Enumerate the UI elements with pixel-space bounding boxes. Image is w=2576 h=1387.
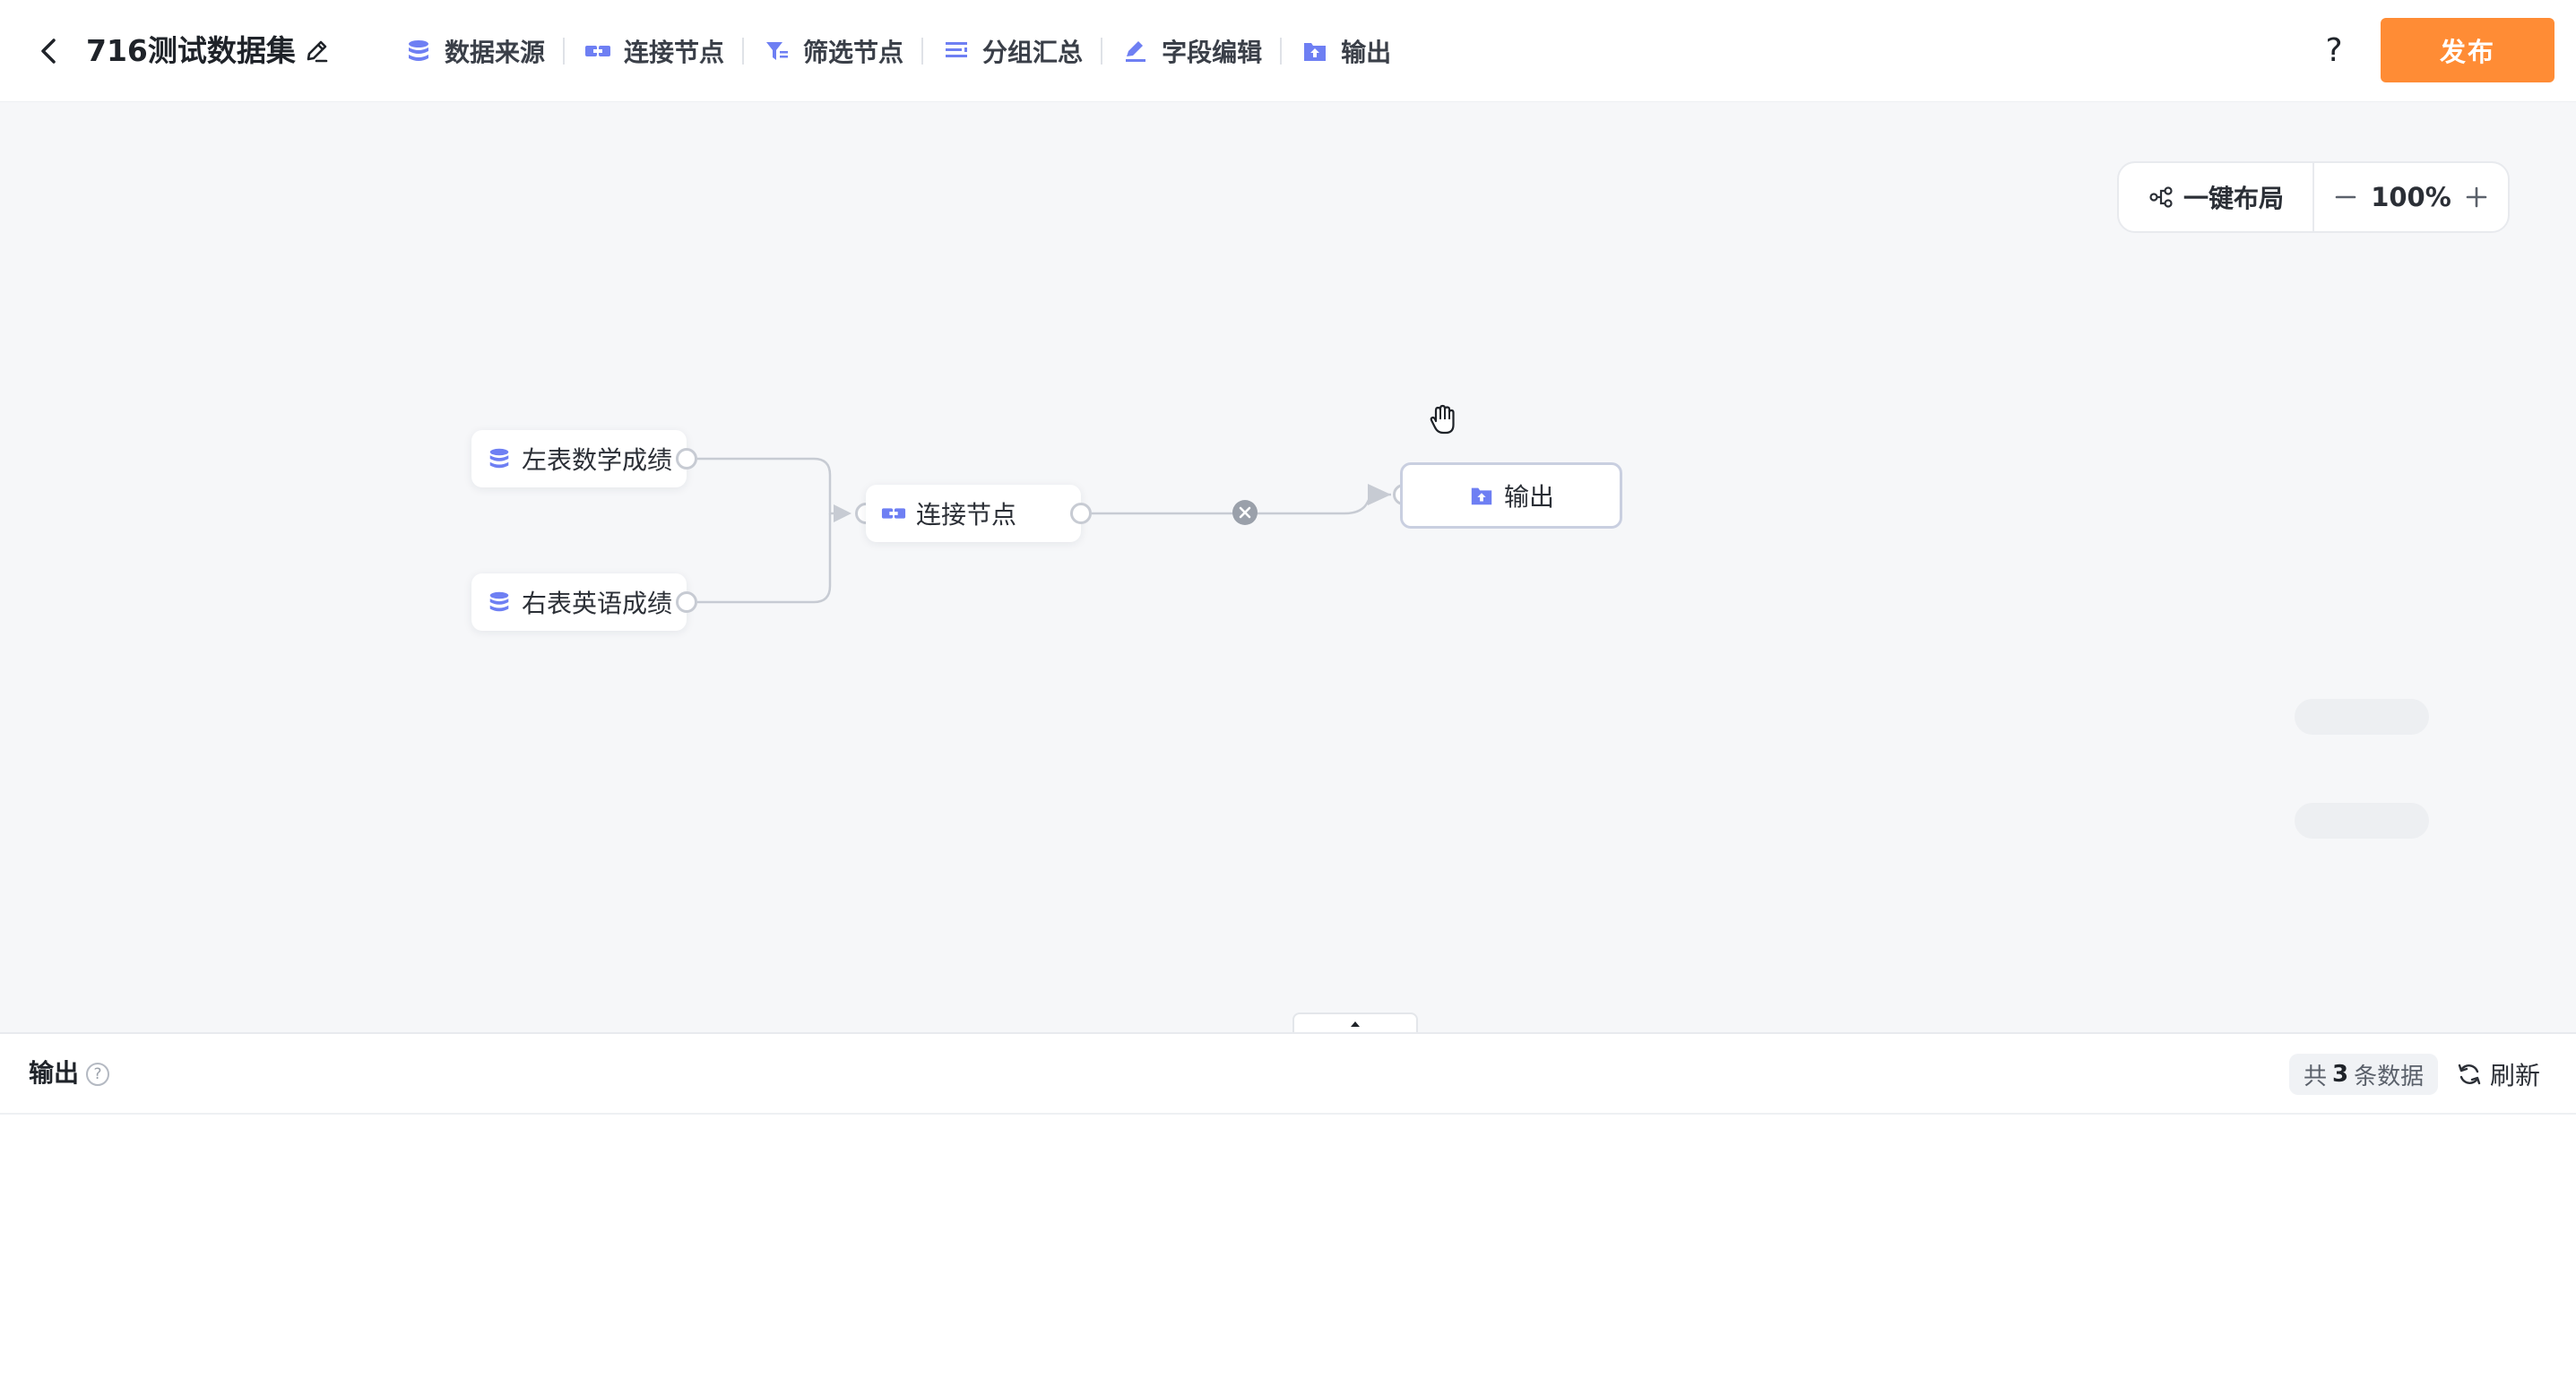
publish-button[interactable]: 发布 xyxy=(2381,18,2554,82)
toolbar-label: 数据来源 xyxy=(445,38,546,67)
toolbar-label: 连接节点 xyxy=(624,38,725,67)
node-label: 连接节点 xyxy=(916,500,1017,530)
join-icon xyxy=(880,500,907,527)
row-count-badge: 共 3 条数据 xyxy=(2289,1054,2439,1095)
edge-delete-button[interactable] xyxy=(1232,500,1258,525)
node-right-table[interactable]: 右表英语成绩 xyxy=(471,573,687,631)
database-icon xyxy=(486,445,513,472)
panel-collapse-handle[interactable] xyxy=(1292,1012,1418,1032)
edge-left-to-join xyxy=(697,457,846,515)
output-panel-header: 输出 ? 共 3 条数据 刷新 xyxy=(0,1034,2576,1115)
app-root: 716测试数据集 数据来源 连接节点 筛选节点 分组汇总 字段编辑 输出 ? 发… xyxy=(0,0,2576,1387)
faded-element xyxy=(2295,699,2429,735)
join-icon xyxy=(583,36,613,66)
node-toolbar: 数据来源 连接节点 筛选节点 分组汇总 字段编辑 输出 xyxy=(391,27,1404,75)
node-output[interactable]: 输出 xyxy=(1400,462,1622,529)
refresh-label: 刷新 xyxy=(2490,1061,2541,1090)
toolbar-data-source[interactable]: 数据来源 xyxy=(391,27,558,75)
node-left-table[interactable]: 左表数学成绩 xyxy=(471,430,687,487)
edge-right-to-join xyxy=(697,513,832,604)
flow-canvas[interactable]: 一键布局 100% 左表数学成绩 右表英语成绩 连接节点 输出 xyxy=(0,102,2576,1032)
field-edit-icon xyxy=(1120,36,1151,66)
edge-arrow-join xyxy=(834,504,851,522)
pencil-icon xyxy=(307,40,328,63)
node-join-output-port[interactable] xyxy=(1070,503,1092,524)
toolbar-output[interactable]: 输出 xyxy=(1287,27,1404,75)
top-bar: 716测试数据集 数据来源 连接节点 筛选节点 分组汇总 字段编辑 输出 ? 发… xyxy=(0,0,2576,102)
close-icon xyxy=(1239,506,1251,519)
group-summary-icon xyxy=(941,36,972,66)
refresh-icon xyxy=(2458,1064,2481,1085)
edge-arrow-output xyxy=(1368,484,1391,505)
flow-edges xyxy=(697,457,1391,604)
row-count-suffix: 条数据 xyxy=(2354,1063,2425,1090)
node-left-output-port[interactable] xyxy=(676,448,697,470)
toolbar-divider xyxy=(1280,38,1283,65)
hand-cursor-icon xyxy=(1430,404,1455,435)
node-join[interactable]: 连接节点 xyxy=(866,485,1081,542)
toolbar-label: 分组汇总 xyxy=(982,38,1084,67)
toolbar-divider xyxy=(742,38,745,65)
output-icon xyxy=(1468,482,1495,509)
dataset-title: 716测试数据集 xyxy=(86,33,296,68)
toolbar-filter-node[interactable]: 筛选节点 xyxy=(749,27,916,75)
database-icon xyxy=(403,36,434,66)
node-label: 左表数学成绩 xyxy=(521,445,672,475)
chevron-left-icon xyxy=(41,39,56,64)
node-label: 右表英语成绩 xyxy=(521,589,672,618)
node-right-output-port[interactable] xyxy=(676,591,697,613)
toolbar-join-node[interactable]: 连接节点 xyxy=(570,27,737,75)
caret-up-icon xyxy=(1351,1021,1360,1027)
row-count-value: 3 xyxy=(2332,1061,2349,1088)
help-button[interactable]: ? xyxy=(2314,29,2354,73)
back-button[interactable] xyxy=(30,33,66,69)
output-icon xyxy=(1300,36,1330,66)
question-circle-icon[interactable]: ? xyxy=(86,1063,109,1086)
filter-icon xyxy=(762,36,792,66)
toolbar-label: 筛选节点 xyxy=(803,38,904,67)
toolbar-label: 字段编辑 xyxy=(1162,38,1263,67)
toolbar-divider xyxy=(563,38,566,65)
toolbar-divider xyxy=(921,38,924,65)
output-panel: 输出 ? 共 3 条数据 刷新 xyxy=(0,1032,2576,1387)
node-label: 输出 xyxy=(1503,482,1554,512)
toolbar-field-edit[interactable]: 字段编辑 xyxy=(1108,27,1275,75)
database-icon xyxy=(486,589,513,616)
edit-title-button[interactable] xyxy=(299,34,333,68)
refresh-button[interactable]: 刷新 xyxy=(2456,1054,2540,1095)
panel-title: 输出 xyxy=(29,1058,80,1088)
toolbar-divider xyxy=(1101,38,1103,65)
row-count-prefix: 共 xyxy=(2304,1063,2328,1090)
faded-element xyxy=(2295,803,2429,839)
toolbar-group-summary[interactable]: 分组汇总 xyxy=(929,27,1095,75)
toolbar-label: 输出 xyxy=(1341,38,1392,67)
